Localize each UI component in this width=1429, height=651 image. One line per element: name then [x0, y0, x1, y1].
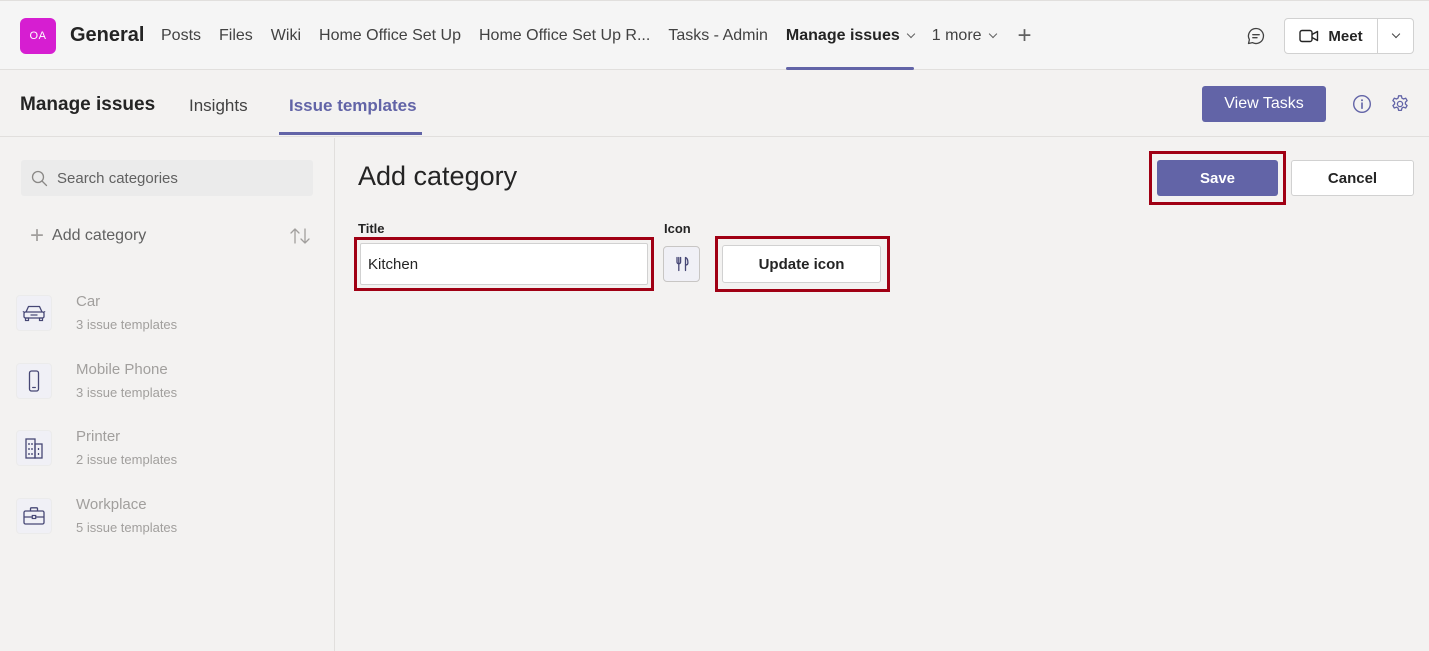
- category-count: 3 issue templates: [76, 317, 178, 332]
- app-subnav: Manage issues Insights Issue templates V…: [0, 70, 1429, 137]
- tab-label: 1 more: [931, 27, 982, 44]
- category-count: 3 issue templates: [76, 384, 178, 400]
- category-item-car[interactable]: Car 3 issue templates: [16, 293, 316, 361]
- icon-label: Icon: [664, 221, 691, 236]
- tab-label: Home Office Set Up R...: [479, 27, 651, 44]
- building-icon: [16, 430, 52, 466]
- tab-home-office-set-up-r[interactable]: Home Office Set Up R...: [479, 1, 650, 71]
- tab-label: Files: [219, 27, 253, 44]
- car-icon: [16, 295, 52, 331]
- tab-posts[interactable]: Posts: [161, 1, 201, 71]
- search-icon: [31, 170, 48, 186]
- meet-button-group: Meet: [1284, 18, 1414, 54]
- category-name: Printer: [76, 428, 121, 445]
- title-label: Title: [358, 221, 385, 236]
- video-camera-icon: [1299, 29, 1319, 43]
- gear-icon[interactable]: [1390, 94, 1410, 114]
- tab-label: Manage issues: [785, 27, 900, 44]
- add-tab-icon[interactable]: +: [1018, 22, 1032, 50]
- meet-button[interactable]: Meet: [1285, 19, 1378, 53]
- category-name: Car: [76, 293, 101, 310]
- view-tasks-button[interactable]: View Tasks: [1202, 86, 1326, 122]
- tab-files[interactable]: Files: [219, 1, 253, 71]
- tab-more[interactable]: 1 more: [931, 1, 997, 71]
- channel-header: OA General Posts Files Wiki Home Office …: [0, 0, 1429, 70]
- category-sidebar: + Add category Car 3 issue templates: [0, 138, 335, 651]
- add-category-button[interactable]: + Add category: [30, 222, 147, 249]
- phone-icon: [16, 362, 52, 399]
- update-icon-button[interactable]: Update icon: [722, 245, 881, 283]
- title-field[interactable]: [360, 243, 648, 285]
- tab-insights[interactable]: Insights: [189, 96, 248, 116]
- utensils-icon[interactable]: [663, 246, 700, 282]
- app-title: Manage issues: [20, 94, 156, 115]
- page-title: Add category: [358, 161, 518, 191]
- tab-label: Home Office Set Up: [319, 27, 461, 44]
- add-category-label: Add category: [52, 227, 147, 244]
- chat-icon[interactable]: [1246, 26, 1266, 46]
- channel-tabs: Posts Files Wiki Home Office Set Up Home…: [161, 1, 1032, 71]
- tab-tasks-admin[interactable]: Tasks - Admin: [668, 1, 768, 71]
- meet-dropdown-button[interactable]: [1378, 19, 1413, 53]
- category-list: Car 3 issue templates Mobile Phone 3 iss…: [16, 293, 316, 563]
- chevron-down-icon: [1391, 29, 1400, 38]
- tab-wiki[interactable]: Wiki: [271, 1, 301, 71]
- chevron-down-icon: [988, 29, 997, 38]
- category-item-printer[interactable]: Printer 2 issue templates: [16, 428, 316, 496]
- category-item-workplace[interactable]: Workplace 5 issue templates: [16, 496, 316, 564]
- briefcase-icon: [16, 497, 52, 534]
- channel-title: General: [70, 24, 145, 46]
- tab-label: Wiki: [270, 27, 302, 44]
- category-count: 2 issue templates: [76, 452, 178, 467]
- tab-home-office-set-up[interactable]: Home Office Set Up: [319, 1, 461, 71]
- active-tab-indicator: [279, 132, 422, 135]
- category-name: Workplace: [76, 495, 147, 513]
- category-item-mobile-phone[interactable]: Mobile Phone 3 issue templates: [16, 361, 316, 429]
- tab-issue-templates[interactable]: Issue templates: [289, 96, 417, 116]
- info-icon[interactable]: [1352, 94, 1372, 114]
- category-count: 5 issue templates: [76, 519, 178, 535]
- sort-icon[interactable]: [289, 227, 311, 245]
- plus-icon: +: [30, 222, 45, 249]
- search-input[interactable]: [57, 169, 297, 187]
- meet-label: Meet: [1328, 27, 1363, 45]
- save-button[interactable]: Save: [1157, 160, 1278, 196]
- category-name: Mobile Phone: [76, 360, 168, 378]
- chevron-down-icon[interactable]: [906, 29, 915, 38]
- team-avatar[interactable]: OA: [20, 18, 56, 54]
- tab-label: Tasks - Admin: [668, 27, 768, 44]
- search-box[interactable]: [21, 160, 313, 196]
- tab-label: Posts: [161, 27, 202, 44]
- cancel-button[interactable]: Cancel: [1291, 160, 1414, 196]
- tab-manage-issues[interactable]: Manage issues: [785, 1, 915, 71]
